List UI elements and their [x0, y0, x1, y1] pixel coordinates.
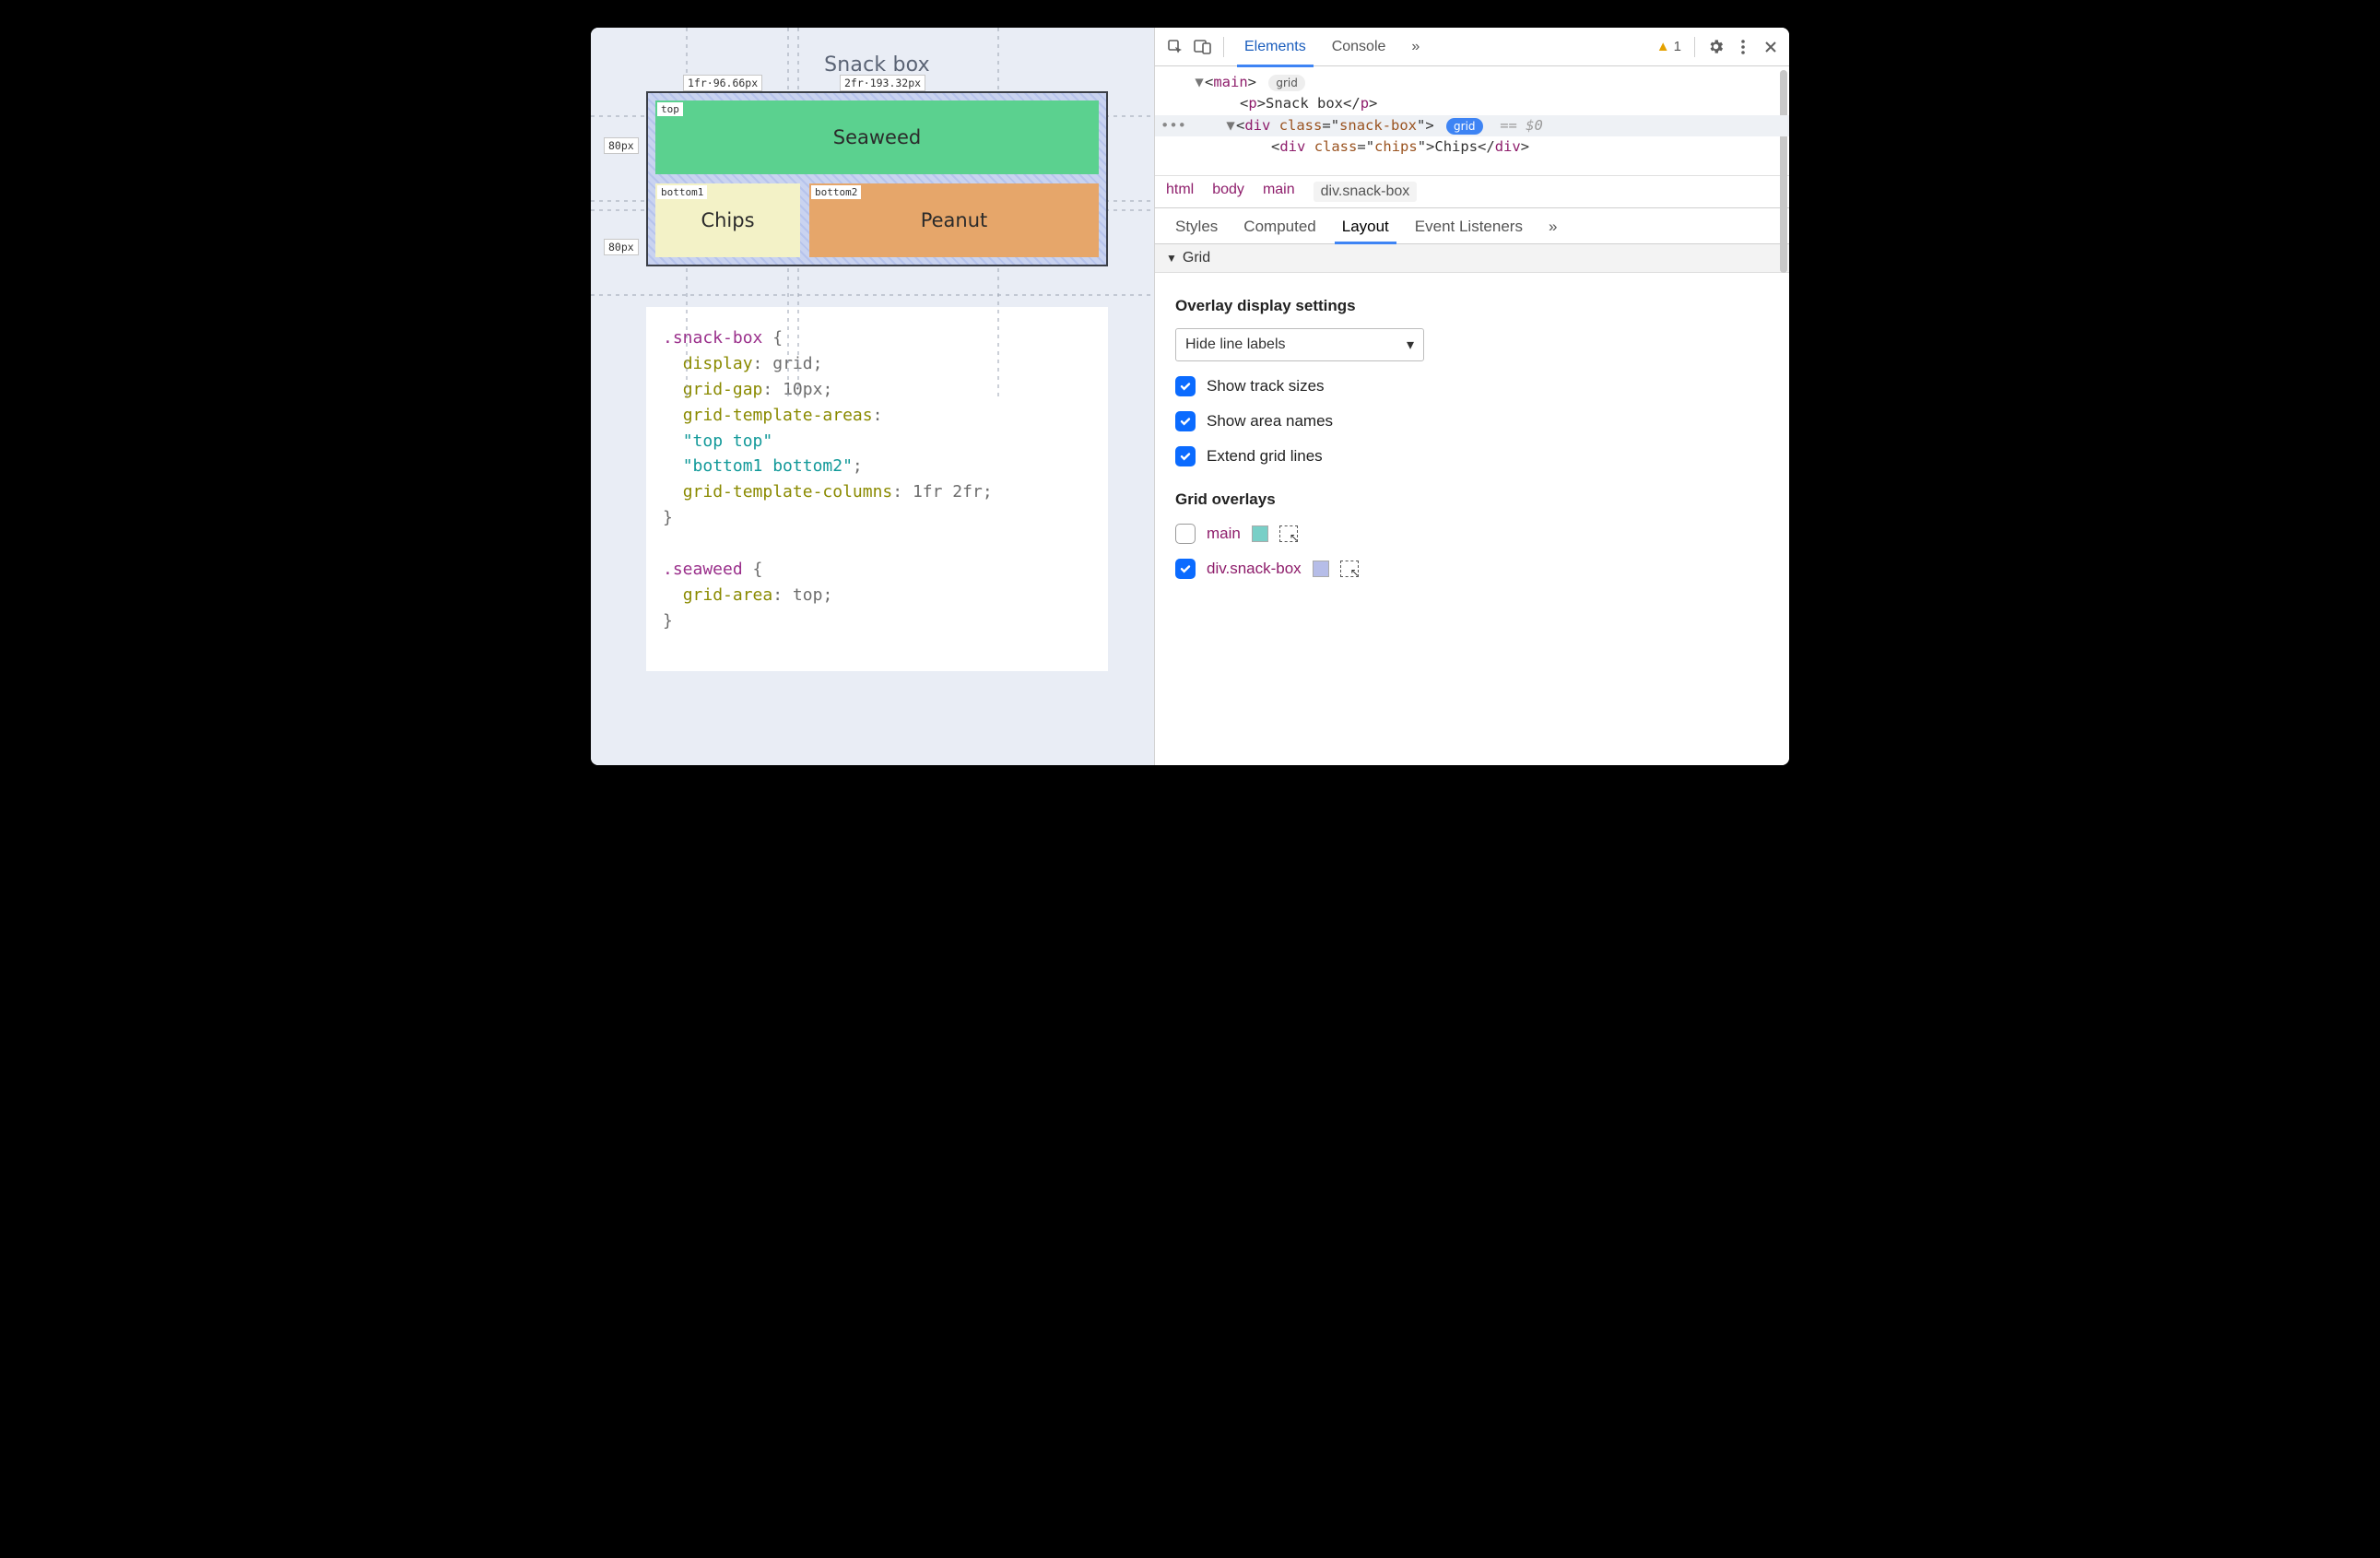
- breadcrumb[interactable]: html body main div.snack-box: [1155, 175, 1789, 208]
- grid-badge[interactable]: grid: [1446, 118, 1483, 135]
- styles-tabstrip: Styles Computed Layout Event Listeners »: [1155, 208, 1789, 244]
- section-grid-header[interactable]: ▼ Grid: [1155, 244, 1789, 273]
- close-icon[interactable]: [1758, 34, 1784, 60]
- overlay-color-swatch[interactable]: [1313, 561, 1329, 577]
- warning-count: 1: [1674, 39, 1681, 54]
- device-toggle-icon[interactable]: [1190, 34, 1216, 60]
- inspect-icon[interactable]: [1162, 34, 1188, 60]
- area-tag-bottom1: bottom1: [657, 185, 707, 199]
- grid-area-bottom2: bottom2 Peanut: [809, 183, 1099, 257]
- checkbox-label: Extend grid lines: [1207, 447, 1323, 466]
- grid-snack-box: top Seaweed bottom1 Chips bottom2 Peanut: [646, 91, 1108, 266]
- separator: [1223, 37, 1224, 57]
- more-vertical-icon[interactable]: [1730, 34, 1756, 60]
- tab-elements[interactable]: Elements: [1231, 28, 1319, 66]
- warning-icon: ▲: [1656, 39, 1670, 54]
- tab-more[interactable]: »: [1398, 28, 1432, 66]
- tab-console[interactable]: Console: [1319, 28, 1399, 66]
- separator: [1694, 37, 1695, 57]
- area-text-bottom2: Peanut: [921, 209, 988, 231]
- chevron-down-icon: ▾: [1407, 336, 1414, 354]
- tab-computed[interactable]: Computed: [1232, 208, 1326, 243]
- grid-area-bottom1: bottom1 Chips: [655, 183, 800, 257]
- row-size-label-2: 80px: [604, 239, 639, 255]
- devtools-toolbar: Elements Console » ▲ 1: [1155, 28, 1789, 66]
- tab-styles[interactable]: Styles: [1164, 208, 1229, 243]
- area-tag-top: top: [657, 102, 683, 116]
- checkbox-extend-lines[interactable]: [1175, 446, 1196, 466]
- grid-overlays-heading: Grid overlays: [1175, 490, 1769, 509]
- selected-node-dots: •••: [1161, 115, 1186, 136]
- layout-panel: Overlay display settings Hide line label…: [1155, 273, 1789, 765]
- devtools-panel: Elements Console » ▲ 1 ▼<main>: [1154, 28, 1789, 765]
- crumb-body[interactable]: body: [1212, 182, 1244, 202]
- gear-icon[interactable]: [1703, 34, 1728, 60]
- tab-more[interactable]: »: [1538, 208, 1568, 243]
- tab-event-listeners[interactable]: Event Listeners: [1404, 208, 1534, 243]
- crumb-main[interactable]: main: [1263, 182, 1295, 202]
- checkbox-label: Show area names: [1207, 412, 1333, 431]
- grid-badge: grid: [1268, 75, 1305, 91]
- area-text-bottom1: Chips: [701, 209, 754, 231]
- crumb-html[interactable]: html: [1166, 182, 1194, 202]
- rendered-page: Snack box 1fr·96.66px 2fr·193.32px 80px …: [591, 28, 1154, 765]
- row-size-label-1: 80px: [604, 137, 639, 154]
- line-labels-select[interactable]: Hide line labels ▾: [1175, 328, 1424, 361]
- area-text-top: Seaweed: [833, 126, 921, 148]
- area-tag-bottom2: bottom2: [811, 185, 861, 199]
- checkbox-label: Show track sizes: [1207, 377, 1325, 395]
- disclosure-triangle-icon: ▼: [1166, 252, 1177, 265]
- overlay-checkbox-snackbox[interactable]: [1175, 559, 1196, 579]
- checkbox-track-sizes[interactable]: [1175, 376, 1196, 396]
- col-size-label-1: 1fr·96.66px: [683, 75, 762, 91]
- grid-area-top: top Seaweed: [655, 100, 1099, 174]
- app-window: Snack box 1fr·96.66px 2fr·193.32px 80px …: [591, 28, 1789, 765]
- dom-tree[interactable]: ▼<main> grid <p>Snack box</p> ••• ▼<div …: [1155, 66, 1789, 175]
- tab-layout[interactable]: Layout: [1331, 208, 1400, 243]
- locate-element-icon[interactable]: [1279, 525, 1298, 542]
- col-size-label-2: 2fr·193.32px: [840, 75, 925, 91]
- overlay-settings-heading: Overlay display settings: [1175, 297, 1769, 315]
- overlay-color-swatch[interactable]: [1252, 525, 1268, 542]
- overlay-name-main[interactable]: main: [1207, 525, 1241, 543]
- crumb-current[interactable]: div.snack-box: [1314, 182, 1418, 202]
- checkbox-area-names[interactable]: [1175, 411, 1196, 431]
- overlay-checkbox-main[interactable]: [1175, 524, 1196, 544]
- overlay-name-snackbox[interactable]: div.snack-box: [1207, 560, 1302, 578]
- grid-demo-wrap: 1fr·96.66px 2fr·193.32px 80px 80px top S…: [646, 91, 1108, 266]
- warning-badge[interactable]: ▲ 1: [1656, 39, 1681, 54]
- locate-element-icon[interactable]: [1340, 561, 1359, 577]
